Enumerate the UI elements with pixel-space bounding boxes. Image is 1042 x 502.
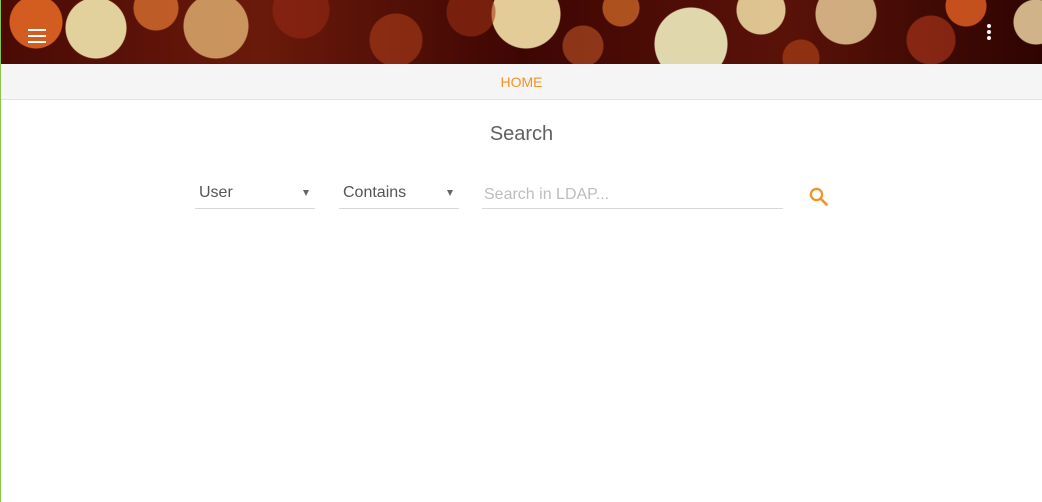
dropdown-arrow-icon xyxy=(447,190,453,196)
nav-bar: HOME xyxy=(1,64,1042,100)
dropdown-arrow-icon xyxy=(303,190,309,196)
tab-home[interactable]: HOME xyxy=(1,74,1042,90)
page-title: Search xyxy=(489,123,554,145)
search-input[interactable] xyxy=(482,182,783,209)
app-window: HOME Search User Contains xyxy=(0,0,1042,502)
match-operator-value: Contains xyxy=(343,184,407,201)
menu-icon[interactable] xyxy=(27,29,47,45)
more-vert-icon[interactable] xyxy=(979,22,999,42)
app-header xyxy=(1,0,1042,64)
object-type-select[interactable]: User xyxy=(195,182,315,209)
object-type-value: User xyxy=(199,184,233,201)
search-icon xyxy=(809,187,828,206)
tab-home-label[interactable]: HOME xyxy=(501,74,543,90)
search-button[interactable] xyxy=(807,185,831,209)
match-operator-select[interactable]: Contains xyxy=(339,182,459,209)
